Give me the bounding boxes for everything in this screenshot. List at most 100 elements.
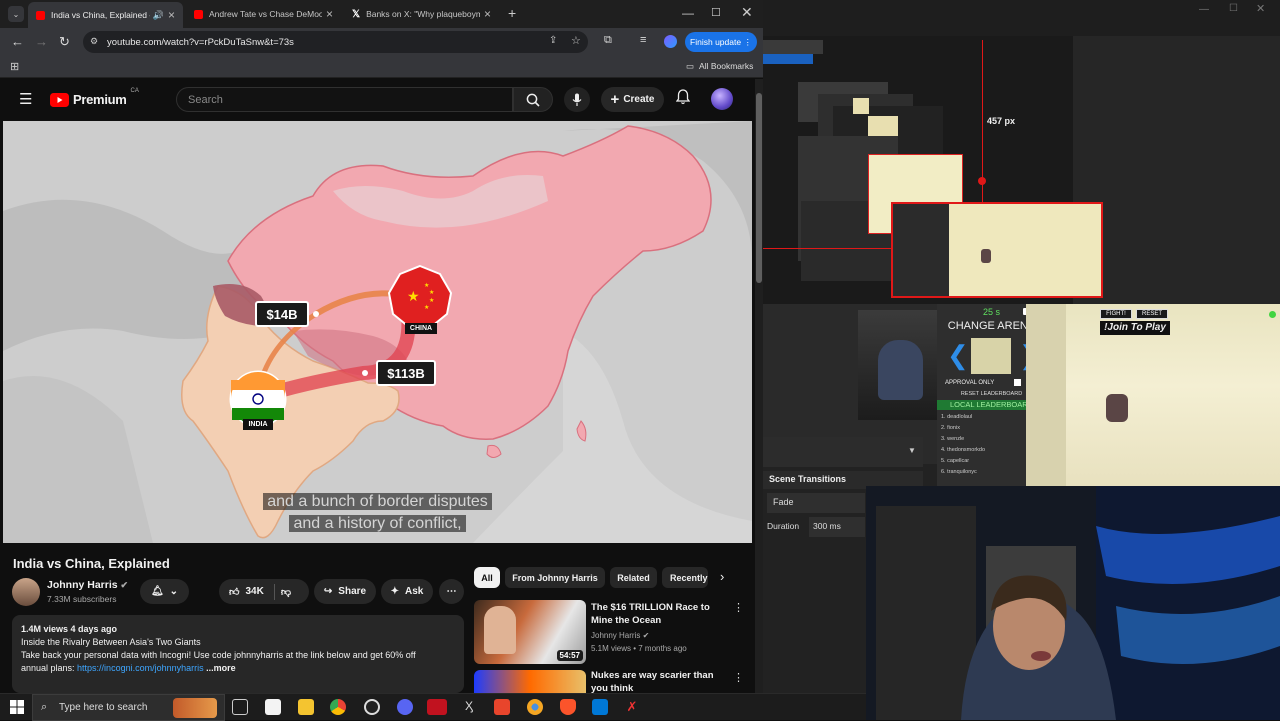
app-icon[interactable]: Ӽ xyxy=(461,699,477,715)
description-link[interactable]: https://incogni.com/johnnyharris xyxy=(77,663,204,673)
transition-select[interactable]: Fade xyxy=(767,493,865,513)
subscribe-bell-button[interactable]: 🔔︎ ⌄ xyxy=(140,579,189,604)
create-button[interactable]: + Create xyxy=(601,87,664,112)
selected-source-frame[interactable] xyxy=(891,202,1103,298)
tab-title: Banks on X: "Why plaqueboym xyxy=(366,9,480,19)
more-icon: ⋯ xyxy=(446,586,457,597)
tab-andrew-tate[interactable]: Andrew Tate vs Chase DeMoor × xyxy=(186,4,341,24)
recommendation-title[interactable]: The $16 TRILLION Race to Mine the Ocean xyxy=(591,601,726,627)
minimize-icon[interactable]: — xyxy=(682,6,694,20)
recommendation-title[interactable]: Nukes are way scarier than you think xyxy=(591,669,726,693)
search-input[interactable]: Search xyxy=(176,87,513,112)
site-info-icon[interactable]: ⚙ xyxy=(90,36,98,47)
thumbs-up-icon: 👍︎ xyxy=(229,586,240,598)
taskbar-search-input[interactable]: ⌕ Type here to search xyxy=(32,694,225,721)
app-icon[interactable] xyxy=(494,699,510,715)
share-icon: ↪ xyxy=(323,586,333,597)
windows-start-icon[interactable] xyxy=(10,700,24,714)
youtube-logo[interactable]: Premium CA xyxy=(50,88,139,107)
close-window-icon[interactable]: ✕ xyxy=(1256,2,1265,15)
video-player[interactable]: ★ ★ ★ ★ ★ $14B $113B CHINA INDIA xyxy=(3,121,752,543)
scroll-thumb[interactable] xyxy=(756,93,762,283)
minimize-icon[interactable]: — xyxy=(1199,4,1209,15)
maximize-icon[interactable]: ☐ xyxy=(711,6,721,19)
tab-banks-on-x[interactable]: 𝕏 Banks on X: "Why plaqueboym × xyxy=(344,4,499,24)
url-text: youtube.com/watch?v=rPckDuTaSnw&t=73s xyxy=(107,36,294,48)
apps-grid-icon[interactable]: ⊞ xyxy=(10,60,19,73)
reload-icon[interactable]: ↻ xyxy=(59,34,70,50)
ask-button[interactable]: ✦ Ask xyxy=(381,579,433,604)
brave-icon[interactable] xyxy=(560,699,576,715)
account-avatar[interactable] xyxy=(711,88,733,110)
menu-icon[interactable]: ☰ xyxy=(19,90,32,108)
folder-icon: ▭ xyxy=(686,61,695,71)
close-tab-icon[interactable]: × xyxy=(168,8,175,22)
recommendation-channel[interactable]: Johnny Harris ✔ xyxy=(591,629,649,642)
bookmark-star-icon[interactable]: ☆ xyxy=(571,34,581,47)
recommendation-thumbnail[interactable] xyxy=(474,670,586,693)
profile-avatar[interactable] xyxy=(664,35,677,48)
chip-related[interactable]: Related xyxy=(610,567,657,588)
youtube-favicon-icon xyxy=(36,10,45,20)
blender-icon[interactable] xyxy=(527,699,543,715)
address-bar[interactable]: ⚙ youtube.com/watch?v=rPckDuTaSnw&t=73s … xyxy=(83,31,588,53)
chip-from-channel[interactable]: From Johnny Harris xyxy=(505,567,605,588)
chip-recently[interactable]: Recently xyxy=(662,567,708,588)
fight-button[interactable]: FIGHT! xyxy=(1100,309,1132,319)
more-options-icon[interactable]: ⋮ xyxy=(733,671,744,684)
media-control-icon[interactable]: ≡ xyxy=(640,34,646,46)
verified-icon: ✔ xyxy=(642,631,650,640)
recommendation-thumbnail[interactable]: 54:57 xyxy=(474,600,586,664)
discord-icon[interactable] xyxy=(397,699,413,715)
back-icon[interactable]: ← xyxy=(11,34,24,49)
channel-name[interactable]: Johnny Harris ✔ xyxy=(47,579,128,591)
description-line: annual plans: https://incogni.com/johnny… xyxy=(21,663,236,673)
close-tab-icon[interactable]: × xyxy=(484,7,491,21)
approval-checkbox[interactable] xyxy=(1014,379,1021,386)
dislike-button[interactable]: 👎︎ xyxy=(281,586,291,598)
search-button[interactable] xyxy=(513,87,553,112)
tab-search-button[interactable]: ⌄ xyxy=(8,6,24,22)
tab-strip: ⌄ India vs China, Explained - 🔊 × Andrew… xyxy=(0,0,763,28)
obs-icon[interactable] xyxy=(364,699,380,715)
maximize-icon[interactable]: ☐ xyxy=(1229,3,1238,14)
close-tab-icon[interactable]: × xyxy=(326,7,333,21)
all-bookmarks[interactable]: ▭ All Bookmarks xyxy=(686,61,753,72)
new-tab-icon[interactable]: + xyxy=(508,5,516,21)
finish-update-button[interactable]: Finish update ⋮ xyxy=(685,32,757,52)
chip-all[interactable]: All xyxy=(474,567,500,588)
recursive-capture: 457 px xyxy=(763,36,1280,304)
reset-button[interactable]: RESET xyxy=(1136,309,1168,319)
more-actions-button[interactable]: ⋯ xyxy=(439,579,464,604)
obs-dropdown-bar[interactable]: ▼ xyxy=(763,437,923,467)
notifications-button[interactable] xyxy=(676,89,690,105)
app-icon[interactable] xyxy=(265,699,281,715)
tab-india-vs-china[interactable]: India vs China, Explained - 🔊 × xyxy=(28,2,183,28)
extensions-icon[interactable]: ⧉ xyxy=(604,34,612,47)
show-more-link[interactable]: ...more xyxy=(206,663,236,673)
close-window-icon[interactable]: ✕ xyxy=(741,4,753,21)
measure-handle[interactable] xyxy=(978,177,986,185)
like-button[interactable]: 👍︎ 34K xyxy=(229,586,264,598)
vscode-icon[interactable] xyxy=(592,699,608,715)
page-scrollbar[interactable] xyxy=(755,79,763,693)
description-box[interactable]: 1.4M views 4 days ago Inside the Rivalry… xyxy=(12,615,464,693)
video-title: India vs China, Explained xyxy=(13,556,170,571)
task-view-icon[interactable] xyxy=(232,699,248,715)
speaker-icon[interactable]: 🔊 xyxy=(153,10,164,21)
app-icon[interactable]: ✗ xyxy=(624,699,640,715)
app-icon[interactable] xyxy=(427,699,447,715)
more-options-icon[interactable]: ⋮ xyxy=(733,601,744,614)
chevron-right-icon[interactable]: › xyxy=(720,569,724,584)
file-explorer-icon[interactable] xyxy=(298,699,314,715)
arena-prev-icon[interactable]: ❮ xyxy=(947,342,969,368)
forward-icon[interactable]: → xyxy=(35,34,48,49)
india-label: INDIA xyxy=(248,421,268,428)
map-illustration: ★ ★ ★ ★ ★ xyxy=(3,121,752,543)
duration-input[interactable]: 300 ms xyxy=(809,517,865,537)
share-button[interactable]: ↪ Share xyxy=(314,579,376,604)
channel-avatar[interactable] xyxy=(12,578,40,606)
install-icon[interactable]: ⇪ xyxy=(549,35,557,46)
voice-search-button[interactable] xyxy=(564,87,590,112)
chrome-icon[interactable] xyxy=(330,699,346,715)
